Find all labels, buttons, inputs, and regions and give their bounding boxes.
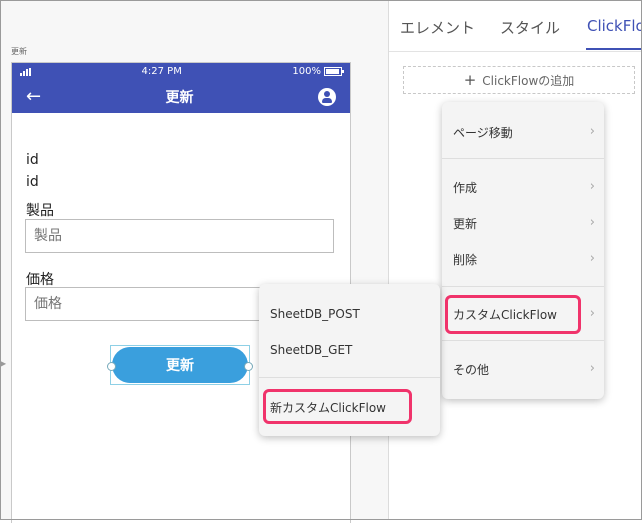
design-canvas[interactable]: 更新 4:27 PM 100% ← 更新 id id 製品 価格 更新 (0, 0, 388, 523)
menu-item-label: SheetDB_GET (270, 343, 353, 357)
chevron-right-icon: › (589, 361, 595, 376)
account-circle-icon[interactable] (318, 87, 336, 106)
chevron-right-icon: › (589, 306, 595, 321)
connector-arrow-icon: ▶ (0, 359, 7, 368)
product-input[interactable] (25, 219, 334, 253)
back-arrow-icon[interactable]: ← (26, 87, 41, 106)
plus-icon: + (463, 71, 477, 89)
chevron-right-icon: › (589, 124, 595, 139)
tab-bar: エレメント スタイル ClickFlow (389, 0, 642, 52)
menu-item-label: その他 (453, 363, 490, 377)
add-clickflow-button[interactable]: + ClickFlowの追加 (403, 66, 635, 94)
resize-handle-right[interactable] (244, 362, 253, 371)
menu-divider (442, 286, 604, 287)
menu-item-label: 作成 (453, 181, 478, 195)
menu-divider (259, 377, 440, 378)
resize-handle-left[interactable] (107, 362, 116, 371)
status-time: 4:27 PM (141, 66, 182, 77)
product-label: 製品 (26, 203, 54, 219)
id-text-2: id (26, 174, 39, 190)
id-text-1: id (26, 152, 39, 168)
update-button[interactable]: 更新 (112, 347, 248, 383)
menu-item-label: 削除 (453, 253, 478, 267)
battery-percent: 100% (292, 66, 321, 77)
signal-icon (20, 67, 31, 76)
price-label: 価格 (26, 272, 54, 288)
add-clickflow-label: ClickFlowの追加 (482, 73, 575, 88)
clickflow-type-menu: ページ移動 › 作成 › 更新 › 削除 › カスタムClickFlow › そ… (442, 102, 604, 399)
tab-clickflow[interactable]: ClickFlow (587, 17, 642, 35)
highlight-new-custom-clickflow (263, 389, 412, 424)
screen-caption: 更新 (11, 47, 27, 56)
menu-divider (442, 340, 604, 341)
chevron-right-icon: › (589, 179, 595, 194)
update-button-selection[interactable]: 更新 (107, 345, 253, 385)
battery-icon (323, 67, 344, 76)
menu-item-label: SheetDB_POST (270, 307, 360, 321)
chevron-right-icon: › (589, 251, 595, 266)
tab-elements[interactable]: エレメント (400, 17, 475, 38)
status-bar: 4:27 PM 100% (12, 63, 350, 80)
chevron-right-icon: › (589, 215, 595, 230)
page-title: 更新 (165, 89, 194, 106)
menu-item-label: ページ移動 (453, 126, 513, 140)
menu-item-label: 更新 (453, 217, 478, 231)
app-bar: ← 更新 (12, 80, 350, 113)
active-tab-indicator (586, 48, 642, 50)
tab-style[interactable]: スタイル (500, 17, 560, 38)
highlight-custom-clickflow (445, 295, 581, 334)
battery-status: 100% (292, 66, 344, 77)
menu-divider (442, 158, 604, 159)
